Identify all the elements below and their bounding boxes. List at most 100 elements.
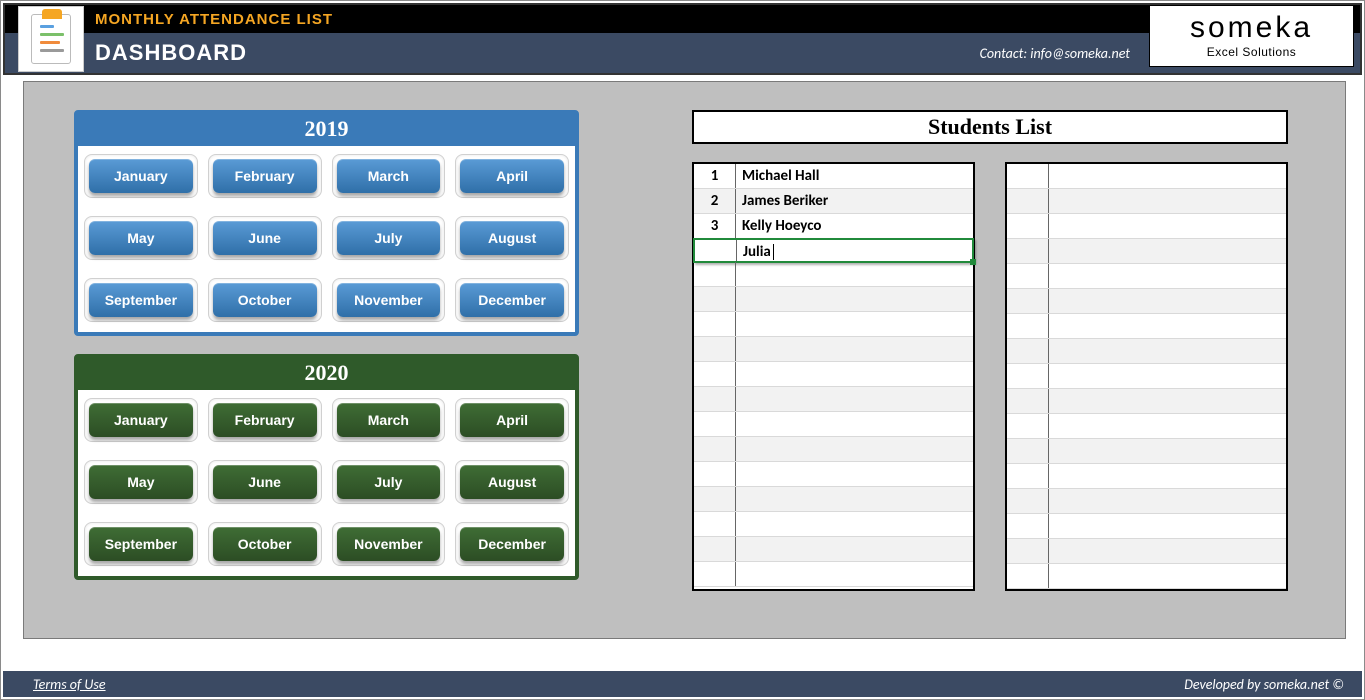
list-row[interactable] (694, 362, 973, 387)
month-button-oct[interactable]: October (213, 283, 317, 317)
month-button-feb[interactable]: February (213, 403, 317, 437)
student-name[interactable] (1049, 364, 1286, 388)
student-name[interactable] (1049, 489, 1286, 513)
student-name[interactable] (736, 462, 973, 486)
list-row[interactable]: Julia (693, 238, 974, 263)
list-row[interactable] (1007, 539, 1286, 564)
list-row[interactable] (1007, 289, 1286, 314)
student-name[interactable] (736, 362, 973, 386)
student-name[interactable] (736, 487, 973, 511)
month-button-jun[interactable]: June (213, 465, 317, 499)
list-row[interactable] (1007, 189, 1286, 214)
student-name[interactable] (1049, 189, 1286, 213)
list-row[interactable] (694, 462, 973, 487)
month-button-mar[interactable]: March (337, 159, 441, 193)
list-row[interactable] (694, 337, 973, 362)
student-name[interactable] (736, 312, 973, 336)
month-button-sep[interactable]: September (89, 283, 193, 317)
month-button-nov[interactable]: November (337, 283, 441, 317)
list-row[interactable]: 1Michael Hall (694, 164, 973, 189)
student-name[interactable] (1049, 214, 1286, 238)
list-row[interactable] (694, 262, 973, 287)
list-row[interactable] (1007, 239, 1286, 264)
list-row[interactable] (694, 437, 973, 462)
student-name[interactable] (1049, 239, 1286, 263)
list-row[interactable] (694, 562, 973, 587)
month-button-apr[interactable]: April (460, 403, 564, 437)
list-row[interactable]: 2James Beriker (694, 189, 973, 214)
month-button-may[interactable]: May (89, 221, 193, 255)
month-button-oct[interactable]: October (213, 527, 317, 561)
student-name[interactable] (1049, 289, 1286, 313)
student-name[interactable] (736, 262, 973, 286)
list-row[interactable] (694, 512, 973, 537)
student-name[interactable]: Michael Hall (736, 164, 973, 188)
list-row[interactable] (1007, 264, 1286, 289)
month-button-dec[interactable]: December (460, 527, 564, 561)
list-row[interactable] (1007, 364, 1286, 389)
list-row[interactable] (694, 412, 973, 437)
list-row[interactable] (1007, 464, 1286, 489)
list-row[interactable] (1007, 439, 1286, 464)
student-name[interactable] (736, 387, 973, 411)
list-row[interactable] (694, 487, 973, 512)
list-row[interactable] (1007, 414, 1286, 439)
row-number (694, 337, 736, 361)
list-row[interactable] (1007, 314, 1286, 339)
student-name[interactable] (736, 412, 973, 436)
month-button-jul[interactable]: July (337, 221, 441, 255)
student-name[interactable] (736, 287, 973, 311)
month-button-aug[interactable]: August (460, 221, 564, 255)
student-name[interactable] (1049, 564, 1286, 588)
contact-label[interactable]: Contact: info@someka.net (980, 45, 1130, 62)
app-title: MONTHLY ATTENDANCE LIST (95, 11, 333, 28)
student-name[interactable]: Julia (737, 240, 972, 261)
student-name[interactable] (1049, 539, 1286, 563)
student-name[interactable] (1049, 264, 1286, 288)
month-button-aug[interactable]: August (460, 465, 564, 499)
list-row[interactable] (1007, 164, 1286, 189)
list-row[interactable]: 3Kelly Hoeyco (694, 214, 973, 239)
list-row[interactable] (1007, 339, 1286, 364)
student-name[interactable] (736, 537, 973, 561)
list-row[interactable] (1007, 489, 1286, 514)
students-col-2[interactable] (1005, 162, 1288, 591)
month-button-apr[interactable]: April (460, 159, 564, 193)
month-button-feb[interactable]: February (213, 159, 317, 193)
student-name[interactable]: Kelly Hoeyco (736, 214, 973, 238)
list-row[interactable] (694, 287, 973, 312)
students-col-1[interactable]: 1Michael Hall2James Beriker3Kelly Hoeyco… (692, 162, 975, 591)
student-name[interactable] (1049, 439, 1286, 463)
student-name[interactable] (1049, 339, 1286, 363)
list-row[interactable] (1007, 214, 1286, 239)
brand-logo[interactable]: someka Excel Solutions (1149, 5, 1354, 67)
month-button-sep[interactable]: September (89, 527, 193, 561)
student-name[interactable] (1049, 314, 1286, 338)
student-name[interactable] (1049, 164, 1286, 188)
list-row[interactable] (1007, 514, 1286, 539)
student-name[interactable] (736, 562, 973, 586)
student-name[interactable] (1049, 514, 1286, 538)
month-button-jan[interactable]: January (89, 403, 193, 437)
list-row[interactable] (1007, 564, 1286, 589)
month-button-nov[interactable]: November (337, 527, 441, 561)
month-button-jul[interactable]: July (337, 465, 441, 499)
month-button-may[interactable]: May (89, 465, 193, 499)
month-button-mar[interactable]: March (337, 403, 441, 437)
list-row[interactable] (694, 387, 973, 412)
list-row[interactable] (694, 537, 973, 562)
student-name[interactable] (736, 437, 973, 461)
list-row[interactable] (694, 312, 973, 337)
month-button-jan[interactable]: January (89, 159, 193, 193)
student-name[interactable]: James Beriker (736, 189, 973, 213)
student-name[interactable] (1049, 389, 1286, 413)
student-name[interactable] (1049, 464, 1286, 488)
terms-link[interactable]: Terms of Use (33, 676, 106, 693)
month-button-jun[interactable]: June (213, 221, 317, 255)
month-button-dec[interactable]: December (460, 283, 564, 317)
student-name[interactable] (736, 337, 973, 361)
student-name[interactable] (736, 512, 973, 536)
year-card-2019: 2019 January February March April May Ju… (74, 110, 579, 336)
student-name[interactable] (1049, 414, 1286, 438)
list-row[interactable] (1007, 389, 1286, 414)
